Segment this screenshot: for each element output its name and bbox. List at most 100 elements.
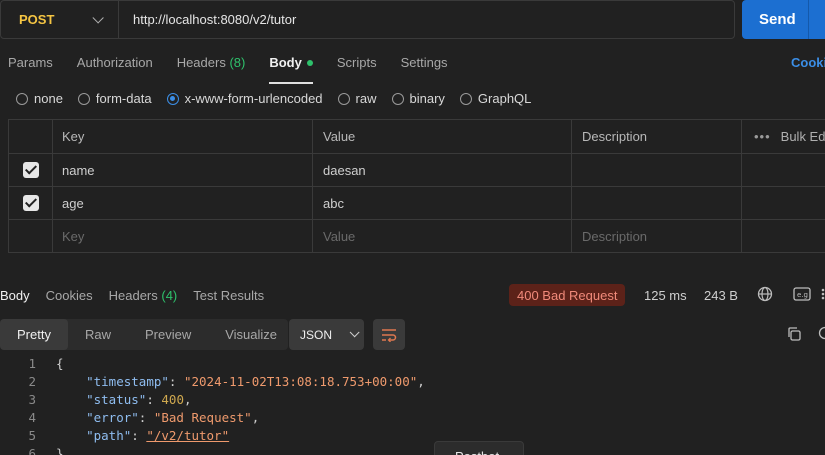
body-type-radios: none form-data x-www-form-urlencoded raw… [16,91,546,106]
wrap-lines-button[interactable] [373,319,405,350]
more-icon[interactable] [820,287,825,304]
radio-form-data[interactable]: form-data [77,91,152,106]
key-placeholder[interactable]: Key [53,220,313,252]
cookies-link[interactable]: Cookies [791,55,825,70]
code-text: "error": "Bad Request", [86,410,260,425]
column-description: Description [572,120,742,153]
key-cell[interactable]: age [53,187,313,219]
tab-headers[interactable]: Headers (8) [177,55,246,73]
radio-circle-selected [166,92,179,105]
radio-circle [77,92,90,105]
url-input[interactable]: http://localhost:8080/v2/tutor [119,12,296,27]
code-text: "status": 400, [86,392,192,407]
copy-icon[interactable] [786,326,802,345]
response-tab-body[interactable]: Body [0,288,30,303]
request-bar: POST http://localhost:8080/v2/tutor [0,0,735,39]
value-cell[interactable]: daesan [313,154,572,186]
column-key: Key [53,120,313,153]
response-tab-cookies[interactable]: Cookies [46,288,93,303]
row-extra-cell [742,154,825,186]
format-select[interactable]: JSON [289,319,364,350]
response-headers-label: Headers [108,288,158,303]
view-preview[interactable]: Preview [128,319,208,350]
view-raw[interactable]: Raw [68,319,128,350]
response-tab-test-results[interactable]: Test Results [193,288,264,303]
tab-params[interactable]: Params [8,55,53,73]
radio-circle [391,92,404,105]
json-link[interactable]: "/v2/tutor" [146,428,229,443]
radio-graphql[interactable]: GraphQL [459,91,532,106]
save-example-icon[interactable]: e.g [793,287,811,304]
view-visualize[interactable]: Visualize [208,319,294,350]
code-text: "path": "/v2/tutor" [86,428,230,443]
json-key: "error" [86,410,139,425]
postbot-button[interactable]: Postbot [434,441,524,455]
checkbox-checked[interactable] [22,162,39,178]
json-key: "path" [86,428,132,443]
radio-none[interactable]: none [16,91,63,106]
response-tab-headers[interactable]: Headers (4) [109,288,178,303]
checkbox-checked[interactable] [22,195,39,211]
view-pretty[interactable]: Pretty [0,319,68,350]
radio-label: GraphQL [477,91,532,106]
code-text: { [56,356,64,371]
tab-scripts[interactable]: Scripts [337,55,377,73]
send-button[interactable]: Send [742,0,825,39]
code-line: 3 "status": 400, [0,391,425,409]
radio-label: binary [409,91,445,106]
description-cell[interactable] [572,154,742,186]
response-headers-count: (4) [161,288,178,303]
bulk-edit-label: Bulk Edit [780,129,825,144]
line-number: 4 [28,410,36,425]
headers-count: (8) [229,55,246,70]
line-number: 2 [28,374,36,389]
row-checkbox-cell [8,187,53,219]
code-text: } [56,446,64,455]
response-size[interactable]: 243 B [704,288,738,303]
send-label: Send [759,11,796,28]
description-cell[interactable] [572,187,742,219]
json-string: "Bad Request" [153,410,252,425]
code-line: 5 "path": "/v2/tutor" [0,427,425,445]
chevron-down-icon [349,327,360,338]
row-checkbox-cell [8,154,53,186]
row-checkbox-cell [8,220,53,252]
response-time[interactable]: 125 ms [644,288,687,303]
value-placeholder[interactable]: Value [313,220,572,252]
radio-label: raw [355,91,377,106]
globe-icon[interactable] [757,286,773,305]
radio-binary[interactable]: binary [391,91,445,106]
json-key: "status" [86,392,147,407]
code-line: 4 "error": "Bad Request", [0,409,425,427]
column-value: Value [313,120,572,153]
header-checkbox-cell [8,120,53,153]
json-number: 400 [161,392,184,407]
radio-label: form-data [95,91,152,106]
search-icon[interactable] [818,326,825,345]
tab-body[interactable]: Body [269,55,313,84]
status-badge[interactable]: 400 Bad Request [509,284,626,306]
more-icon: ••• [754,129,771,144]
radio-x-www-form-urlencoded[interactable]: x-www-form-urlencoded [166,91,323,106]
send-divider [808,0,809,39]
line-number: 3 [28,392,36,407]
format-label: JSON [300,327,333,342]
tab-authorization[interactable]: Authorization [77,55,153,73]
code-line: 6} [0,445,425,455]
description-placeholder[interactable]: Description [572,220,742,252]
value-cell[interactable]: abc [313,187,572,219]
code-line: 1{ [0,355,425,373]
table-row: name daesan [8,154,825,187]
response-body-code[interactable]: 1{ 2 "timestamp": "2024-11-02T13:08:18.7… [0,355,425,455]
bulk-edit-button[interactable]: ••• Bulk Edit [742,120,825,153]
method-select[interactable]: POST [1,1,119,38]
radio-raw[interactable]: raw [337,91,377,106]
key-cell[interactable]: name [53,154,313,186]
radio-circle [337,92,350,105]
svg-text:e.g: e.g [797,291,808,299]
code-text: "timestamp": "2024-11-02T13:08:18.753+00… [86,374,425,389]
tab-settings[interactable]: Settings [401,55,448,73]
radio-circle [16,92,28,105]
row-extra-cell [742,220,825,252]
response-tabs: Body Cookies Headers (4) Test Results [0,288,280,303]
